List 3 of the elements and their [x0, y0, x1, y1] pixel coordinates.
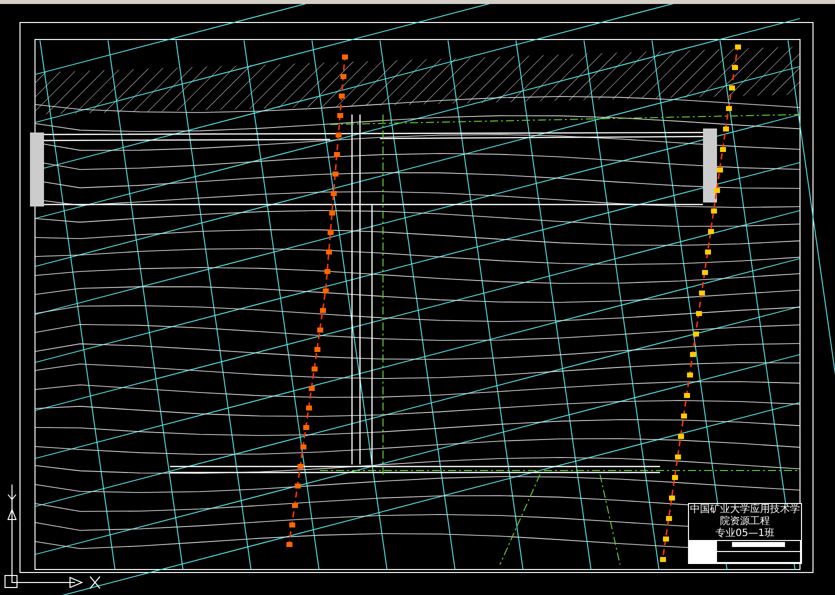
- title-block-text: 专业05—1班: [714, 528, 776, 540]
- title-block-text: 中国矿业大学应用技术学院资源工程: [689, 504, 801, 528]
- ucs-icon: [4, 484, 100, 589]
